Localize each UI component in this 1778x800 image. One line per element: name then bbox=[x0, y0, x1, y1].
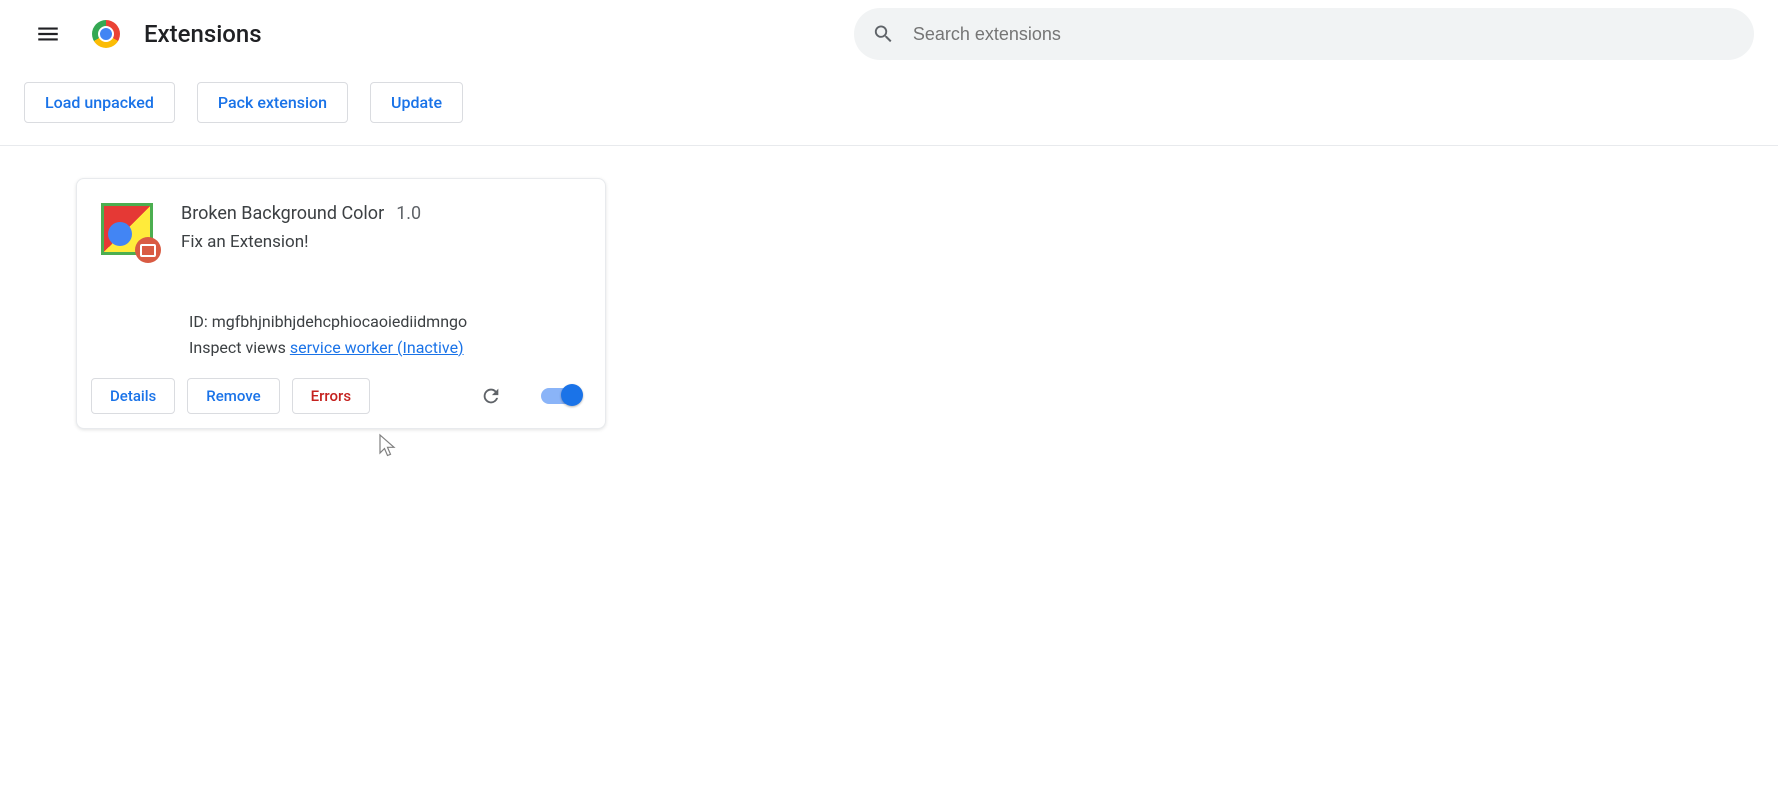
reload-icon bbox=[480, 385, 502, 407]
load-unpacked-button[interactable]: Load unpacked bbox=[24, 82, 175, 123]
reload-button[interactable] bbox=[473, 378, 509, 414]
id-label: ID: bbox=[189, 312, 212, 331]
card-title-block: Broken Background Color 1.0 Fix an Exten… bbox=[181, 203, 421, 252]
card-actions: Details Remove Errors bbox=[77, 360, 605, 428]
search-input[interactable] bbox=[911, 23, 1736, 46]
header-bar: Extensions bbox=[0, 0, 1778, 60]
camera-badge-icon bbox=[135, 237, 161, 263]
extension-icon bbox=[101, 203, 153, 255]
extension-id: mgfbhjnibhjdehcphiocaoiediidmngo bbox=[212, 312, 467, 331]
card-meta: ID: mgfbhjnibhjdehcphiocaoiediidmngo Ins… bbox=[77, 285, 605, 360]
errors-button[interactable]: Errors bbox=[292, 378, 370, 414]
enable-toggle[interactable] bbox=[541, 388, 581, 404]
update-button[interactable]: Update bbox=[370, 82, 463, 123]
search-box[interactable] bbox=[854, 8, 1754, 60]
details-button[interactable]: Details bbox=[91, 378, 175, 414]
extension-card: Broken Background Color 1.0 Fix an Exten… bbox=[76, 178, 606, 429]
inspect-service-worker-link[interactable]: service worker (Inactive) bbox=[290, 338, 464, 357]
search-icon bbox=[872, 22, 895, 46]
inspect-label: Inspect views bbox=[189, 338, 290, 357]
menu-button[interactable] bbox=[24, 10, 72, 58]
hamburger-icon bbox=[35, 21, 61, 47]
inspect-views-row: Inspect views service worker (Inactive) bbox=[189, 335, 581, 361]
extension-version: 1.0 bbox=[396, 203, 421, 224]
page-title: Extensions bbox=[140, 20, 262, 48]
toolbar: Load unpacked Pack extension Update bbox=[0, 60, 1778, 146]
chrome-logo-icon bbox=[92, 20, 120, 48]
card-header: Broken Background Color 1.0 Fix an Exten… bbox=[77, 179, 605, 255]
extension-name: Broken Background Color bbox=[181, 203, 384, 224]
pack-extension-button[interactable]: Pack extension bbox=[197, 82, 348, 123]
search-container bbox=[854, 8, 1754, 60]
extension-description: Fix an Extension! bbox=[181, 232, 421, 252]
remove-button[interactable]: Remove bbox=[187, 378, 279, 414]
extension-id-row: ID: mgfbhjnibhjdehcphiocaoiediidmngo bbox=[189, 309, 581, 335]
toggle-knob bbox=[561, 384, 583, 406]
extensions-list: Broken Background Color 1.0 Fix an Exten… bbox=[0, 146, 1778, 461]
